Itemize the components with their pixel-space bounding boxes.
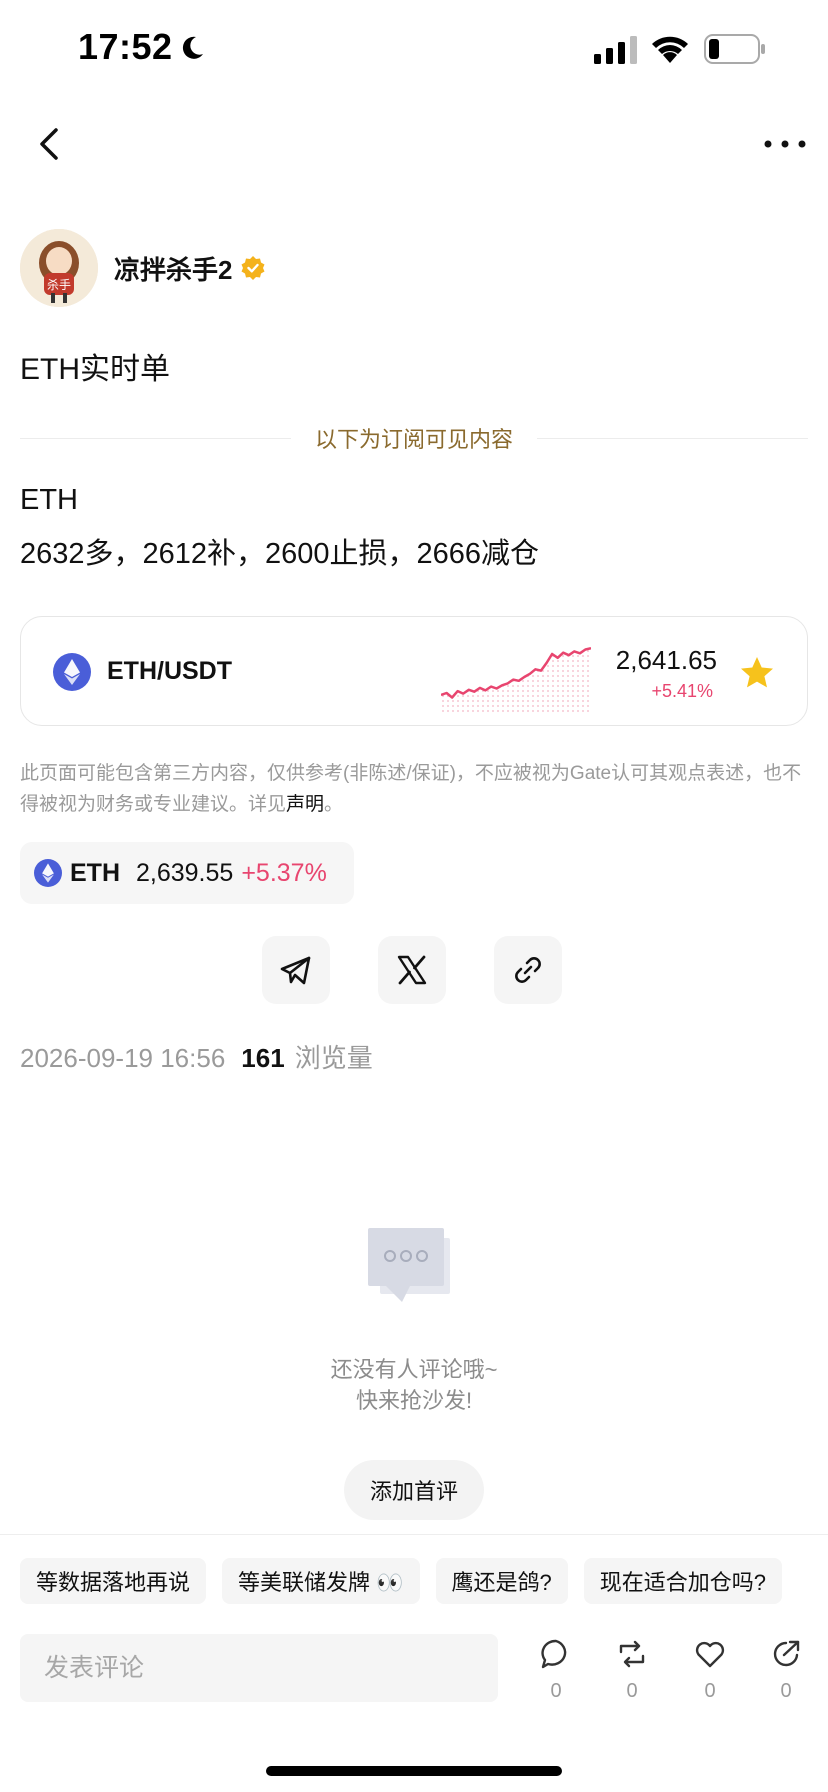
post-meta: 2026-09-19 16:56 161 浏览量 — [20, 1038, 373, 1075]
subscriber-divider-label: 以下为订阅可见内容 — [315, 427, 514, 452]
comment-action[interactable]: 0 — [526, 1638, 586, 1708]
ticker-pair: ETH/USDT — [107, 657, 232, 685]
post-title: ETH实时单 — [20, 353, 170, 386]
divider-line-left — [20, 437, 291, 439]
view-count: 161 — [241, 1043, 285, 1073]
disclaimer-text: 此页面可能包含第三方内容，仅供参考(非陈述/保证)，不应被视为Gate认可其观点… — [20, 763, 802, 815]
more-options-icon[interactable] — [760, 122, 810, 166]
eth-chip-price: 2,639.55 — [136, 858, 234, 887]
author-name[interactable]: 凉拌杀手2 — [114, 250, 232, 287]
back-arrow-icon[interactable] — [28, 122, 72, 166]
favorite-star-icon[interactable] — [739, 655, 775, 691]
share-telegram-button[interactable] — [262, 936, 330, 1004]
add-first-comment-button[interactable]: 添加首评 — [344, 1460, 484, 1520]
share-icon — [773, 1640, 800, 1667]
quick-reply-chips: 等数据落地再说 等美联储发牌 👀 鹰还是鸽? 现在适合加仓吗? — [20, 1558, 783, 1604]
status-time: 17:52 — [78, 26, 173, 67]
telegram-icon — [280, 956, 311, 985]
heart-icon — [695, 1641, 725, 1668]
bottom-divider — [0, 1534, 828, 1535]
empty-comments-text: 还没有人评论哦~ — [330, 1357, 498, 1382]
sparkline-area — [441, 648, 591, 715]
like-count: 0 — [704, 1680, 716, 1702]
disclaimer-end: 。 — [324, 794, 344, 815]
quick-reply-chip[interactable]: 鹰还是鸽? — [435, 1558, 568, 1604]
x-logo-icon — [397, 955, 427, 985]
share-x-button[interactable] — [378, 936, 446, 1004]
quick-reply-chip[interactable]: 等数据落地再说 — [20, 1558, 207, 1604]
repost-count: 0 — [626, 1680, 638, 1702]
link-icon — [515, 957, 541, 983]
quick-reply-chip[interactable]: 现在适合加仓吗? — [583, 1558, 783, 1604]
comment-bubble-icon — [541, 1639, 567, 1669]
ticker-card[interactable]: ETH/USDT 2,641.65 +5.41% — [20, 616, 808, 726]
like-action[interactable]: 0 — [680, 1638, 740, 1708]
ticker-price: 2,641.65 — [615, 645, 717, 675]
wifi-icon — [652, 36, 688, 63]
battery-icon — [704, 34, 765, 64]
home-indicator — [266, 1766, 562, 1776]
author-row[interactable]: 杀手 凉拌杀手2 — [20, 228, 266, 308]
copy-link-button[interactable] — [494, 936, 562, 1004]
eth-chip-symbol: ETH — [70, 858, 120, 887]
verified-badge-icon — [241, 256, 265, 280]
view-count-label: 浏览量 — [294, 1043, 373, 1073]
cellular-signal-icon — [594, 36, 637, 64]
quick-reply-chip[interactable]: 等美联储发牌 👀 — [222, 1558, 420, 1604]
post-content-line: ETH — [20, 484, 78, 516]
share-count: 0 — [780, 1680, 792, 1702]
empty-comments-subtext: 快来抢沙发! — [355, 1388, 473, 1413]
empty-comments-icon — [368, 1228, 450, 1302]
eth-logo-icon — [53, 653, 91, 691]
post-datetime: 2026-09-19 16:56 — [20, 1043, 226, 1073]
avatar[interactable]: 杀手 — [20, 229, 98, 307]
comment-count: 0 — [550, 1680, 562, 1702]
repost-action[interactable]: 0 — [602, 1638, 662, 1708]
avatar-caption: 杀手 — [47, 277, 71, 292]
disclaimer-link[interactable]: 声明 — [286, 794, 324, 815]
price-sparkline — [441, 646, 591, 715]
eth-price-chip[interactable]: ETH 2,639.55 +5.37% — [20, 842, 354, 904]
moon-icon — [182, 36, 203, 59]
divider-line-right — [537, 437, 809, 439]
eth-logo-icon — [34, 859, 62, 887]
subscriber-divider: 以下为订阅可见内容 — [20, 420, 809, 456]
ticker-change: +5.41% — [651, 681, 713, 701]
status-bar: 17:52 — [0, 0, 828, 100]
share-action[interactable]: 0 — [756, 1638, 816, 1708]
avatar-illustration: 杀手 — [20, 229, 98, 307]
eth-chip-change: +5.37% — [241, 858, 327, 887]
comment-input[interactable] — [20, 1634, 498, 1702]
repost-icon — [619, 1640, 645, 1668]
disclaimer: 此页面可能包含第三方内容，仅供参考(非陈述/保证)，不应被视为Gate认可其观点… — [20, 758, 810, 820]
post-content-line: 2632多，2612补，2600止损，2666减仓 — [20, 538, 540, 570]
